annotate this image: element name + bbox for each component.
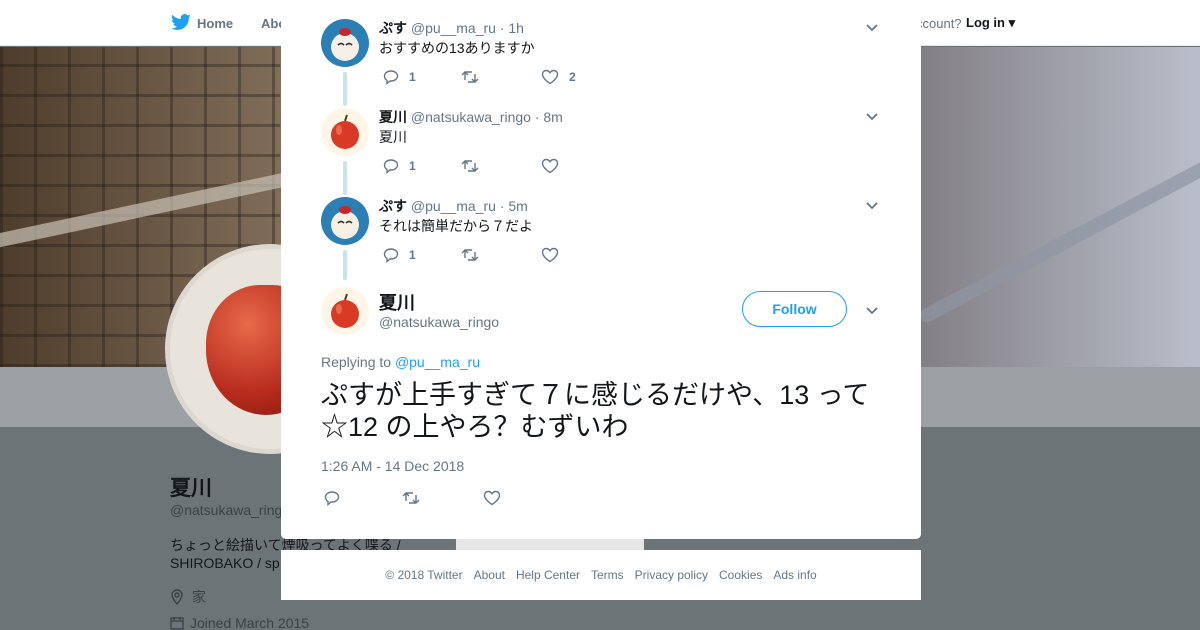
profile-joined: Joined March 2015 [170, 615, 309, 630]
footer-link-terms[interactable]: Terms [591, 568, 624, 582]
footer-link-privacy[interactable]: Privacy policy [635, 568, 708, 582]
heart-icon[interactable] [483, 490, 501, 506]
account-prompt-text: ccount? [916, 16, 962, 31]
chevron-down-icon[interactable] [864, 302, 880, 318]
footer-link-help-center[interactable]: Help Center [516, 568, 580, 582]
footer-copyright: © 2018 Twitter [385, 568, 463, 582]
calendar-icon [170, 617, 184, 630]
tweet-permalink-modal: ぷす @pu__ma_ru · 1h おすすめの13ありますか 1 2 夏川 @… [281, 3, 921, 539]
footer-link-about[interactable]: About [474, 568, 505, 582]
location-pin-icon [171, 589, 183, 605]
twitter-bird-icon[interactable] [170, 14, 192, 32]
footer-link-cookies[interactable]: Cookies [719, 568, 762, 582]
tweet-text: ぷすが上手すぎて７に感じるだけや、13 って☆12 の上やろ？むずいわ [321, 380, 870, 442]
ads-info-box [456, 538, 644, 550]
joined-text: Joined March 2015 [190, 615, 310, 630]
profile-name: 夏川 [170, 477, 212, 500]
author-handle[interactable]: @natsukawa_ringo [379, 314, 499, 330]
modal-footer: © 2018 Twitter About Help Center Terms P… [281, 550, 921, 600]
nav-home-link[interactable]: Home [197, 16, 233, 31]
retweet-icon[interactable] [402, 490, 420, 506]
close-icon[interactable] [1153, 11, 1179, 37]
reply-icon[interactable] [324, 490, 340, 506]
profile-location: 家 [170, 587, 206, 607]
author-name[interactable]: 夏川 [379, 289, 415, 315]
tweet-timestamp[interactable]: 1:26 AM - 14 Dec 2018 [321, 458, 464, 474]
replying-to: Replying to @pu__ma_ru [321, 354, 480, 370]
profile-bio-line: SHIROBAKO / sp [170, 555, 280, 571]
profile-handle: @natsukawa_ringo [170, 502, 291, 518]
location-text: 家 [192, 589, 206, 605]
avatar[interactable] [321, 287, 369, 335]
follow-button[interactable]: Follow [742, 291, 847, 327]
replying-to-link[interactable]: @pu__ma_ru [395, 354, 480, 370]
tweet-actions [321, 490, 541, 512]
footer-link-ads-info[interactable]: Ads info [773, 568, 816, 582]
login-link[interactable]: Log in ▾ [966, 15, 1015, 31]
main-tweet: 夏川 @natsukawa_ringo Follow Replying to @… [281, 3, 921, 539]
